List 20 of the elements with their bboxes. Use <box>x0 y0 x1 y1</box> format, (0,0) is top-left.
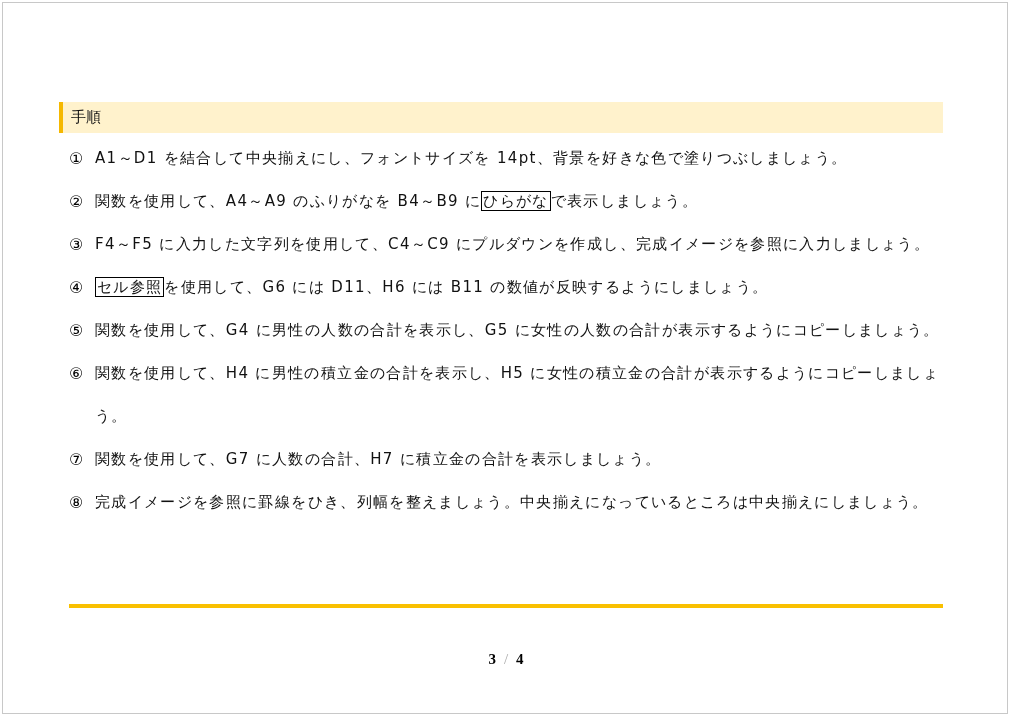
step-number: ① <box>69 148 85 170</box>
step-text: F4～F5 に入力した文字列を使用して、C4～C9 にプルダウンを作成し、完成イメージを参照に入力しましょう。 <box>95 234 932 255</box>
step-number: ④ <box>69 277 85 299</box>
step-text: 関数を使用して、A4～A9 のふりがなを B4～B9 に ひらがな で表示しましょう。 <box>95 190 699 213</box>
step-text: 関数を使用して、H4 に男性の積立金の合計を表示し、H5 に女性の積立金の合計が表示するようにコピーしましょう。 <box>95 363 941 427</box>
section-heading: 手順 <box>59 102 943 133</box>
step-number: ② <box>69 191 85 213</box>
step-text: 完成イメージを参照に罫線をひき、列幅を整えましょう。中央揃えになっているところは中央揃えにしましょう。 <box>95 492 930 513</box>
step-number: ⑥ <box>69 363 85 385</box>
step-text: A1～D1 を結合して中央揃えにし、フォントサイズを 14pt、背景を好きな色で塗りつぶしましょう。 <box>95 148 849 169</box>
step-number: ⑦ <box>69 449 85 471</box>
step-number: ⑤ <box>69 320 85 342</box>
page-separator: / <box>503 651 509 668</box>
step-number: ③ <box>69 234 85 256</box>
step-text: 関数を使用して、G4 に男性の人数の合計を表示し、G5 に女性の人数の合計が表示するようにコピーしましょう。 <box>95 320 941 341</box>
page-number: 3 <box>488 651 496 668</box>
step-number: ⑧ <box>69 492 85 514</box>
page-total: 4 <box>516 651 524 668</box>
step-text: セル参照 を使用して、G6 には D11、H6 には B11 の数値が反映するようにしましょう。 <box>95 276 770 299</box>
step-text: 関数を使用して、G7 に人数の合計、H7 に積立金の合計を表示しましょう。 <box>95 449 663 470</box>
